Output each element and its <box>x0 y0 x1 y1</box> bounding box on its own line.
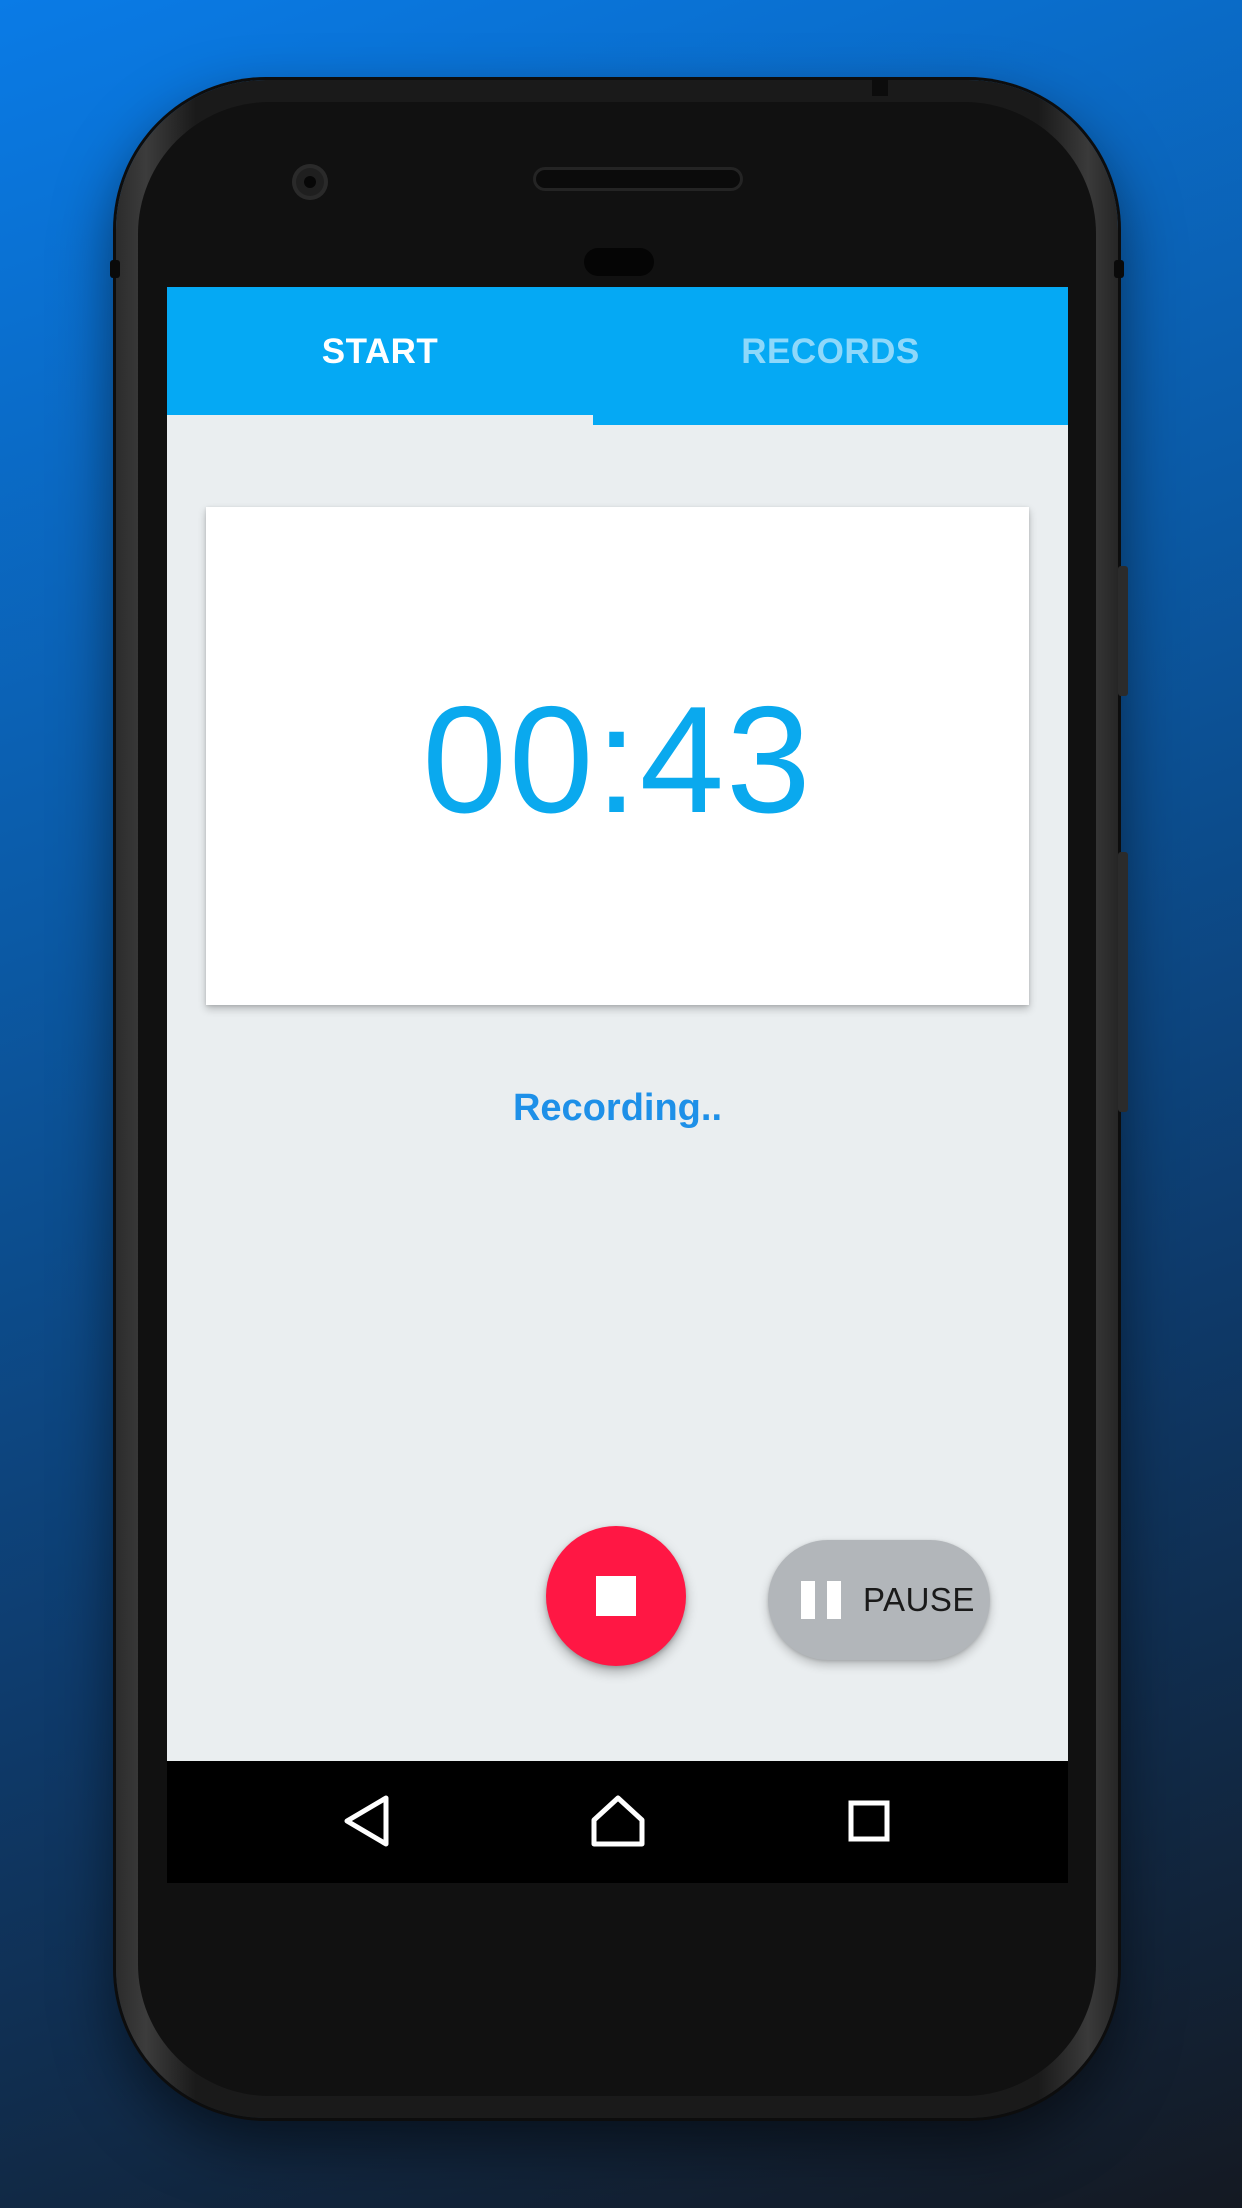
home-icon <box>591 1795 645 1847</box>
app-screen: START RECORDS 00:43 Recording.. PAUSE <box>167 287 1068 1883</box>
recent-apps-icon <box>848 1800 890 1842</box>
timer-display: 00:43 <box>422 674 813 845</box>
timer-card: 00:43 <box>206 507 1029 1005</box>
front-camera <box>292 164 328 200</box>
tab-indicator <box>167 415 593 425</box>
recent-apps-button[interactable] <box>829 1781 909 1861</box>
tab-start-label: START <box>321 332 439 371</box>
system-nav-bar <box>167 1761 1068 1883</box>
tab-records-label: RECORDS <box>741 332 920 371</box>
volume-button <box>1118 566 1128 696</box>
pause-label: PAUSE <box>863 1581 975 1618</box>
recorder-content: 00:43 Recording.. PAUSE <box>167 425 1068 1761</box>
earpiece-speaker <box>536 170 740 188</box>
tab-start[interactable]: START <box>167 287 593 417</box>
home-button[interactable] <box>578 1781 658 1861</box>
recording-status: Recording.. <box>512 1087 723 1129</box>
back-button[interactable] <box>327 1781 407 1861</box>
back-triangle-icon <box>344 1795 389 1847</box>
pause-icon <box>801 1581 843 1619</box>
frame-accent-left <box>110 260 120 278</box>
tab-records[interactable]: RECORDS <box>593 287 1068 417</box>
proximity-sensor <box>584 248 654 276</box>
stop-icon <box>596 1576 636 1616</box>
antenna-line <box>872 78 888 96</box>
stop-button[interactable] <box>546 1526 686 1666</box>
pause-button[interactable]: PAUSE <box>768 1540 990 1660</box>
tab-bar: START RECORDS <box>167 287 1068 425</box>
frame-accent-right <box>1114 260 1124 278</box>
power-button <box>1118 852 1128 1112</box>
